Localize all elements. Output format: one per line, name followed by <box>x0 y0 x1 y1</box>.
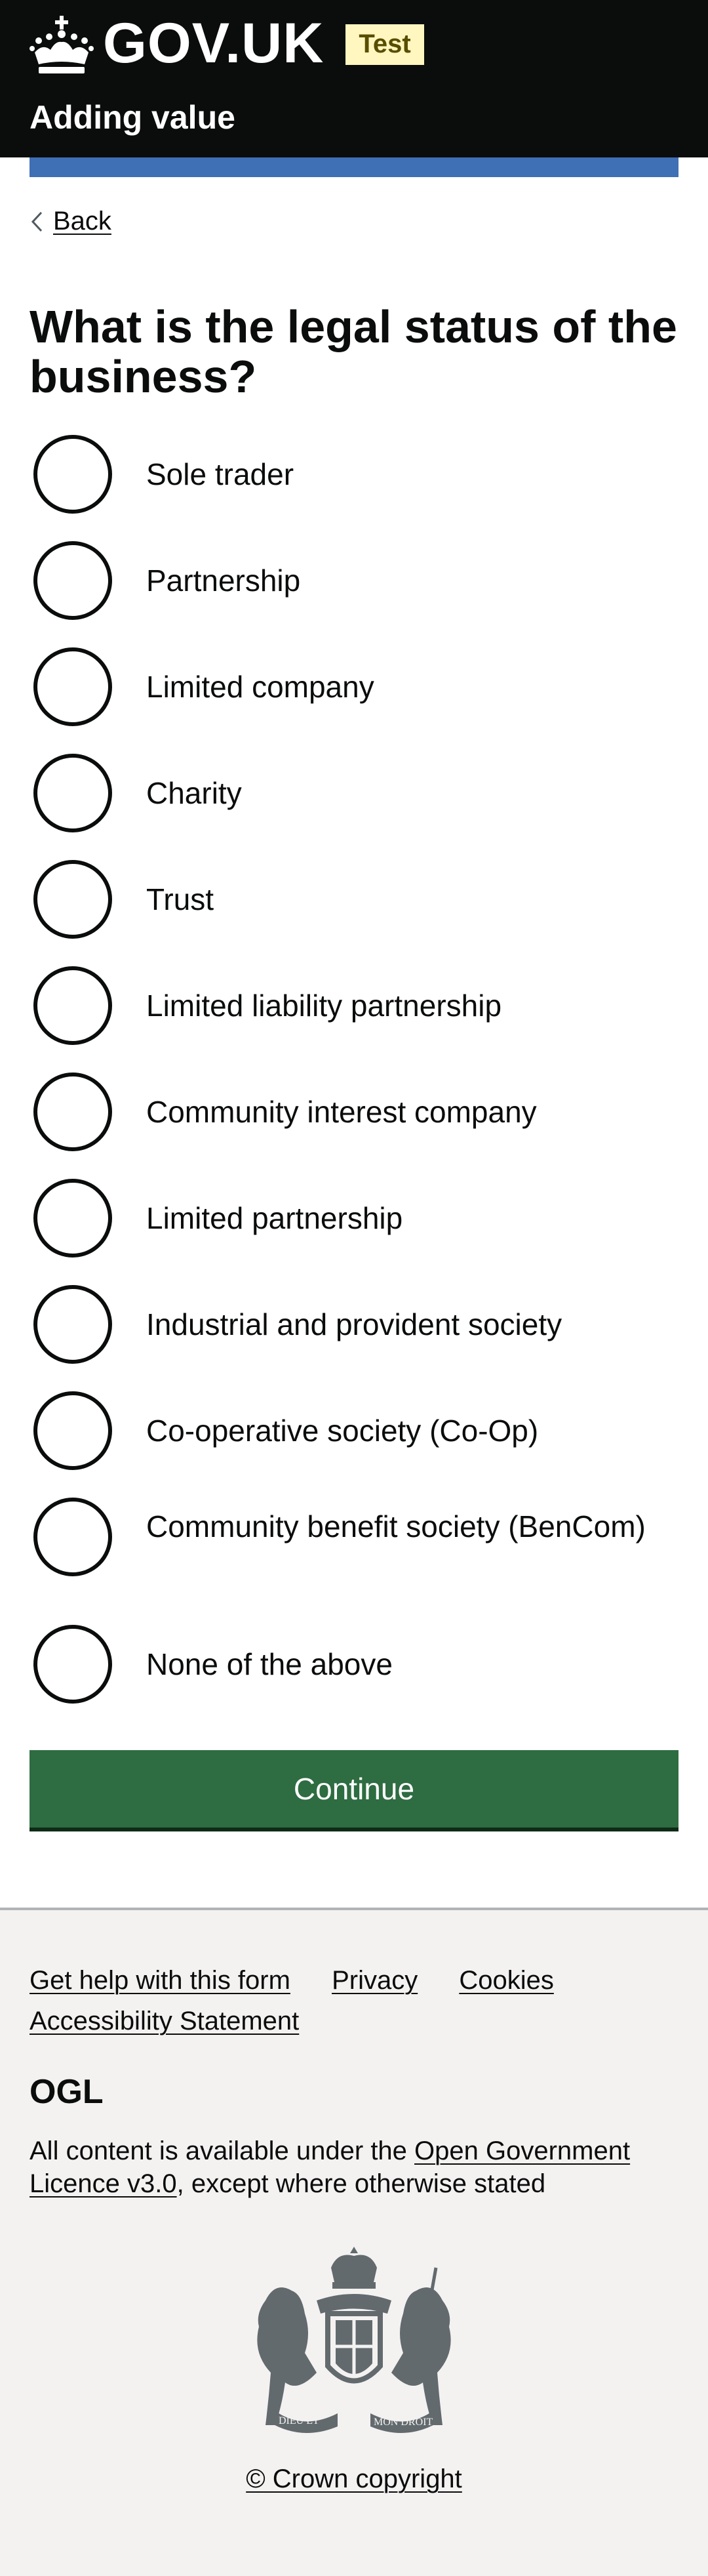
back-chevron-icon <box>31 211 43 232</box>
ogl-label: OGL <box>30 2074 104 2107</box>
header-accent-bar <box>30 157 678 177</box>
radio-label[interactable]: Co-operative society (Co-Op) <box>146 1391 658 1470</box>
footer-link-privacy[interactable]: Privacy <box>332 1960 418 2001</box>
licence-prefix: All content is available under the <box>30 2136 415 2165</box>
radio-input[interactable] <box>33 647 112 726</box>
phase-tag: Test <box>345 24 424 65</box>
radio-input[interactable] <box>33 1498 112 1576</box>
radio-input[interactable] <box>33 860 112 939</box>
radio-option[interactable]: None of the above <box>30 1625 678 1731</box>
radio-label[interactable]: Limited liability partnership <box>146 966 658 1045</box>
radio-label[interactable]: Community interest company <box>146 1073 658 1151</box>
govuk-brand[interactable]: GOV.UK Test <box>30 12 424 75</box>
radio-option[interactable]: Charity <box>30 754 678 860</box>
licence-text: All content is available under the Open … <box>30 2135 678 2200</box>
radio-label[interactable]: Community benefit society (BenCom) <box>146 1496 658 1546</box>
footer-link-cookies[interactable]: Cookies <box>459 1960 554 2001</box>
radio-option[interactable]: Trust <box>30 860 678 966</box>
radio-label[interactable]: Sole trader <box>146 435 658 514</box>
radio-label[interactable]: Partnership <box>146 541 658 620</box>
footer-link-accessibility[interactable]: Accessibility Statement <box>30 2001 299 2041</box>
crest-motto-right: MON DROIT <box>374 2417 433 2428</box>
radio-option[interactable]: Co-operative society (Co-Op) <box>30 1391 678 1498</box>
radio-input[interactable] <box>33 1179 112 1257</box>
radio-label[interactable]: Charity <box>146 754 658 832</box>
question-heading: What is the legal status of the business… <box>30 301 677 402</box>
govuk-logotype: GOV.UK <box>103 12 324 75</box>
continue-button[interactable]: Continue <box>30 1750 678 1828</box>
radio-input[interactable] <box>33 541 112 620</box>
radio-group: Sole trader Partnership Limited company … <box>30 435 678 1731</box>
radio-label[interactable]: None of the above <box>146 1625 658 1704</box>
radio-label[interactable]: Industrial and provident society <box>146 1285 658 1364</box>
footer-link-help[interactable]: Get help with this form <box>30 1960 290 2001</box>
crown-icon <box>30 16 94 73</box>
back-link-label: Back <box>53 207 111 235</box>
radio-option[interactable]: Partnership <box>30 541 678 647</box>
radio-option[interactable]: Limited company <box>30 647 678 754</box>
radio-label[interactable]: Limited partnership <box>146 1179 658 1257</box>
radio-option[interactable]: Community benefit society (BenCom) <box>30 1498 678 1625</box>
radio-label[interactable]: Limited company <box>146 647 658 726</box>
radio-input[interactable] <box>33 1625 112 1704</box>
footer-links: Get help with this form Privacy Cookies … <box>30 1960 678 2041</box>
service-name[interactable]: Adding value <box>30 98 235 136</box>
site-footer: Get help with this form Privacy Cookies … <box>0 1908 708 2576</box>
radio-input[interactable] <box>33 1285 112 1364</box>
royal-crest-icon: DIEU ET MON DROIT <box>257 2247 451 2433</box>
radio-input[interactable] <box>33 435 112 514</box>
page: GOV.UK Test Adding value Back What is th… <box>0 0 708 2576</box>
copyright: © Crown copyright <box>0 2464 708 2494</box>
licence-suffix: , except where otherwise stated <box>176 2169 546 2198</box>
radio-option[interactable]: Sole trader <box>30 435 678 541</box>
copyright-link[interactable]: © Crown copyright <box>246 2464 462 2493</box>
radio-input[interactable] <box>33 966 112 1045</box>
site-header: GOV.UK Test Adding value <box>0 0 708 157</box>
radio-option[interactable]: Community interest company <box>30 1073 678 1179</box>
radio-input[interactable] <box>33 1391 112 1470</box>
crest-motto-left: DIEU ET <box>279 2415 319 2426</box>
radio-label[interactable]: Trust <box>146 860 658 939</box>
radio-option[interactable]: Limited partnership <box>30 1179 678 1285</box>
ogl-icon: OGL <box>30 2074 104 2107</box>
radio-option[interactable]: Limited liability partnership <box>30 966 678 1073</box>
radio-option[interactable]: Industrial and provident society <box>30 1285 678 1391</box>
radio-input[interactable] <box>33 1073 112 1151</box>
radio-input[interactable] <box>33 754 112 832</box>
back-link[interactable]: Back <box>30 207 111 236</box>
